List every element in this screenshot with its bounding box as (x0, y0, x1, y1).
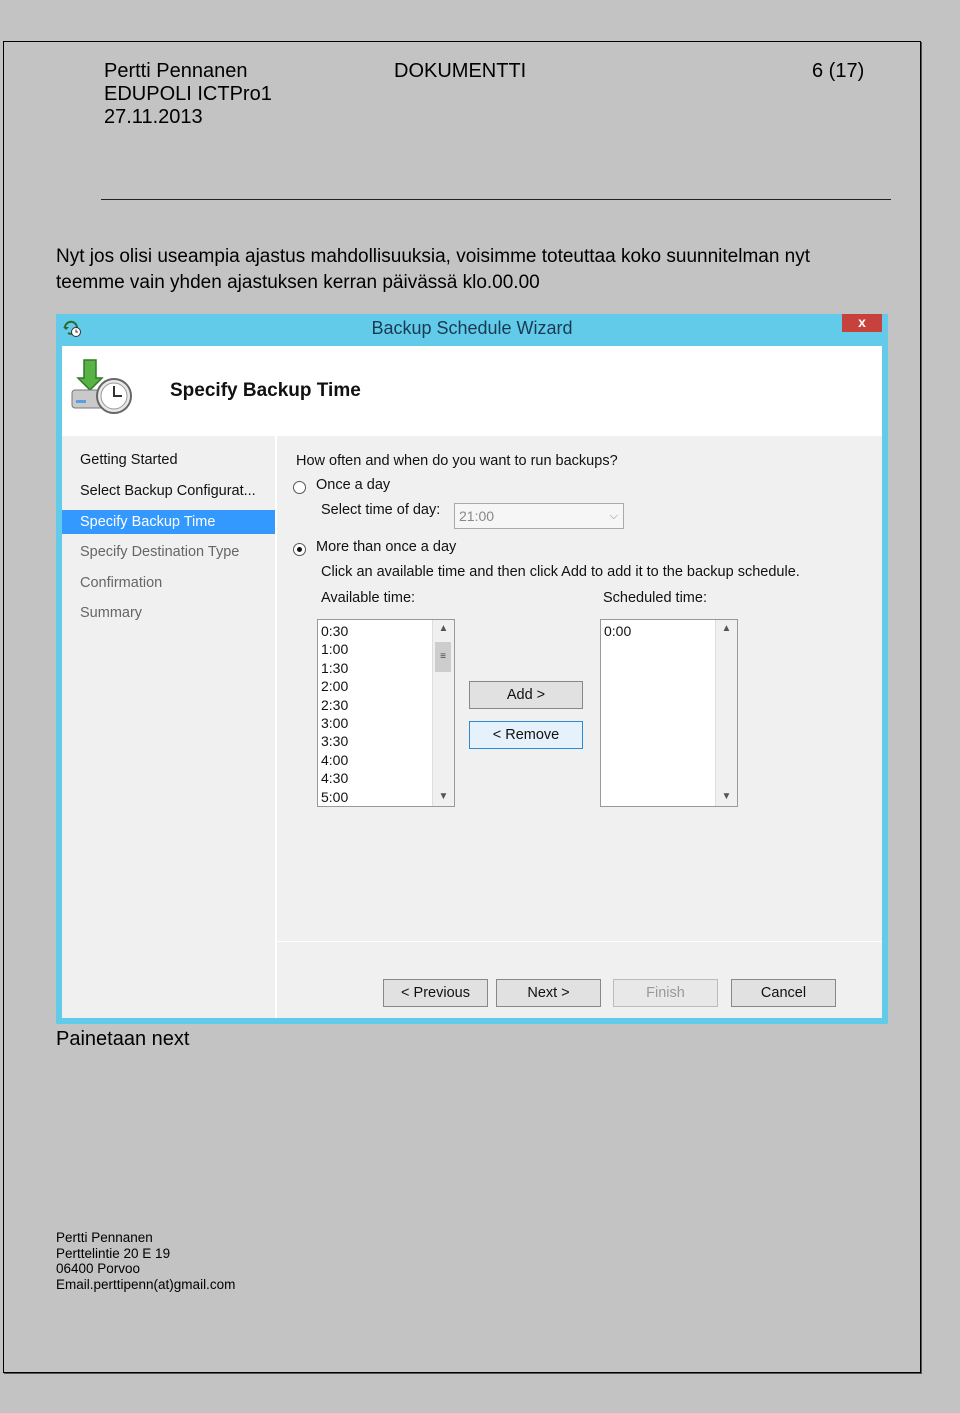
available-time-items: 0:30 1:00 1:30 2:00 2:30 3:00 3:30 4:00 4:30 5:00 (321, 622, 348, 806)
footer-city: 06400 Porvoo (56, 1261, 141, 1276)
wizard-banner: Specify Backup Time (62, 346, 882, 436)
scroll-down-icon[interactable]: ▼ (716, 788, 737, 806)
header-page-number: 6 (17) (812, 60, 865, 82)
step-select-backup-configuration[interactable]: Select Backup Configurat... (62, 479, 275, 503)
scheduled-time-label: Scheduled time: (603, 590, 707, 606)
chevron-down-icon: ⌵ (609, 510, 618, 522)
step-specify-destination-type: Specify Destination Type (80, 544, 240, 560)
list-item[interactable]: 0:00 (604, 622, 631, 640)
add-button[interactable]: Add > (469, 681, 583, 709)
step-getting-started[interactable]: Getting Started (62, 448, 275, 472)
list-item[interactable]: 1:00 (321, 640, 348, 658)
close-button[interactable]: x (842, 314, 882, 332)
wizard-steps: Getting Started Select Backup Configurat… (62, 436, 277, 1018)
step-specify-backup-time[interactable]: Specify Backup Time (62, 510, 275, 534)
caption-text: Painetaan next (56, 1028, 190, 1050)
once-a-day-label: Once a day (316, 477, 391, 493)
scroll-up-icon[interactable]: ▲ (716, 620, 737, 638)
select-time-label: Select time of day: (321, 502, 441, 518)
finish-button: Finish (613, 979, 718, 1007)
remove-button[interactable]: < Remove (469, 721, 583, 749)
footer: Pertti Pennanen Perttelintie 20 E 19 064… (56, 1230, 235, 1292)
once-a-day-radio[interactable] (293, 481, 306, 494)
step-confirmation: Confirmation (80, 575, 163, 591)
previous-button[interactable]: < Previous (383, 979, 488, 1007)
step-summary: Summary (80, 605, 143, 621)
instruction-text: Click an available time and then click A… (321, 564, 800, 580)
cancel-button[interactable]: Cancel (731, 979, 836, 1007)
available-time-scrollbar[interactable]: ▲ ≡ ▼ (432, 620, 454, 806)
footer-email: Email.perttipenn(at)gmail.com (56, 1276, 236, 1292)
time-of-day-select[interactable]: 21:00 ⌵ (454, 503, 624, 529)
header-divider (101, 199, 891, 200)
scheduled-time-items: 0:00 (604, 622, 631, 640)
list-item[interactable]: 2:30 (321, 696, 348, 714)
header-author: Pertti Pennanen (104, 60, 248, 82)
backup-wizard-dialog: Backup Schedule Wizard x Specify Backup … (56, 314, 888, 1024)
header-org: EDUPOLI ICTPro1 (104, 83, 272, 105)
button-bar-divider (277, 941, 882, 942)
header-date: 27.11.2013 (104, 106, 203, 128)
scroll-thumb[interactable]: ≡ (435, 642, 451, 672)
scheduled-time-scrollbar[interactable]: ▲ ▼ (715, 620, 737, 806)
available-time-list[interactable]: 0:30 1:00 1:30 2:00 2:30 3:00 3:30 4:00 4:30 5:00… (317, 619, 455, 807)
intro-paragraph: Nyt jos olisi useampia ajastus mahdollis… (56, 246, 811, 293)
frequency-question: How often and when do you want to run ba… (296, 453, 618, 469)
more-than-once-label: More than once a day (316, 539, 457, 555)
footer-street: Perttelintie 20 E 19 (56, 1245, 171, 1261)
dialog-body: Specify Backup Time Getting Started Sele… (62, 346, 882, 1018)
scheduled-time-list[interactable]: 0:00 ▲ ▼ (600, 619, 738, 807)
wizard-content: How often and when do you want to run ba… (277, 436, 882, 941)
list-item[interactable]: 1:30 (321, 659, 348, 677)
wizard-heading: Specify Backup Time (170, 380, 361, 401)
list-item[interactable]: 3:30 (321, 732, 348, 750)
dialog-title: Backup Schedule Wizard (371, 318, 573, 338)
scroll-down-icon[interactable]: ▼ (433, 788, 454, 806)
list-item[interactable]: 0:30 (321, 622, 348, 640)
list-item[interactable]: 2:00 (321, 677, 348, 695)
next-button[interactable]: Next > (496, 979, 601, 1007)
list-item[interactable]: 4:00 (321, 751, 348, 769)
scroll-up-icon[interactable]: ▲ (433, 620, 454, 638)
more-than-once-radio[interactable] (293, 543, 306, 556)
header-doc-type: DOKUMENTTI (394, 60, 527, 82)
backup-time-icon (71, 359, 132, 414)
available-time-label: Available time: (321, 590, 416, 606)
list-item[interactable]: 5:00 (321, 788, 348, 806)
footer-name: Pertti Pennanen (56, 1230, 153, 1245)
time-of-day-value: 21:00 (459, 508, 495, 524)
list-item[interactable]: 3:00 (321, 714, 348, 732)
list-item[interactable]: 4:30 (321, 769, 348, 787)
